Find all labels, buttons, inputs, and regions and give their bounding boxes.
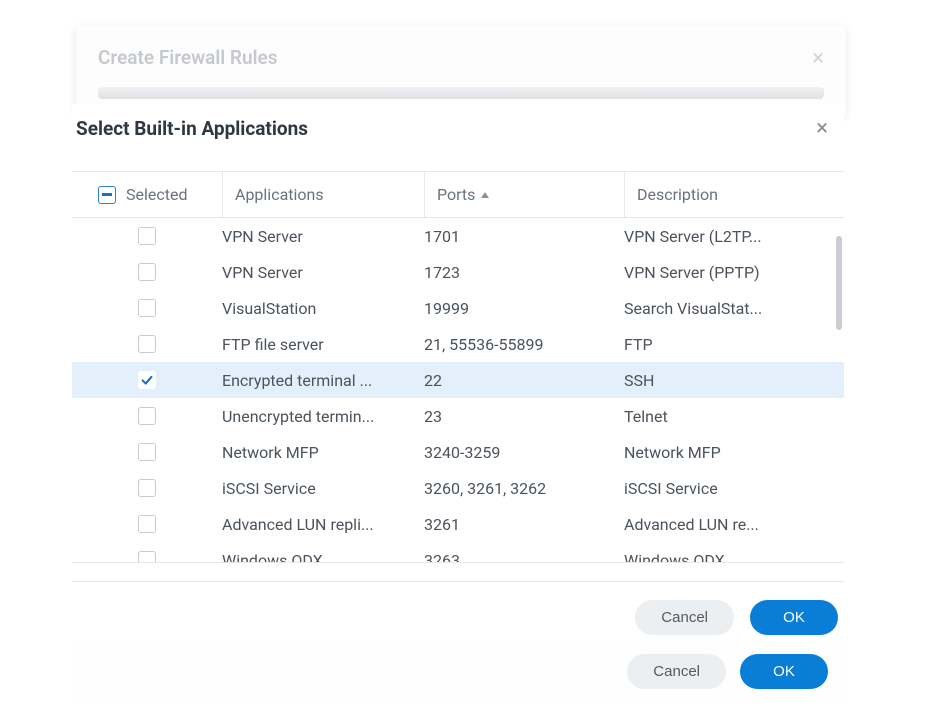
ok-button[interactable]: OK: [750, 600, 838, 635]
cell-ports: 3263: [424, 551, 624, 563]
cell-description: SSH: [624, 371, 844, 390]
cell-ports: 19999: [424, 299, 624, 318]
table-row[interactable]: VisualStation19999Search VisualStat...: [72, 290, 844, 326]
cell-application: Unencrypted termin...: [222, 407, 424, 426]
select-all-checkbox[interactable]: [98, 186, 116, 204]
column-label: Description: [637, 185, 718, 204]
sort-ascending-icon: [481, 192, 489, 198]
background-ok-button[interactable]: OK: [740, 654, 828, 689]
column-header-ports[interactable]: Ports: [424, 172, 624, 217]
background-dialog-title: Create Firewall Rules: [98, 46, 824, 69]
row-checkbox[interactable]: [138, 407, 156, 425]
cell-application: Windows ODX: [222, 551, 424, 563]
cell-application: Advanced LUN repli...: [222, 515, 424, 534]
modal-footer: Cancel OK: [72, 581, 844, 645]
applications-table: Selected Applications Ports Description …: [72, 171, 844, 563]
table-row[interactable]: Network MFP3240-3259Network MFP: [72, 434, 844, 470]
row-checkbox[interactable]: [138, 335, 156, 353]
background-cancel-button[interactable]: Cancel: [627, 654, 726, 689]
row-checkbox[interactable]: [138, 479, 156, 497]
cell-description: Network MFP: [624, 443, 844, 462]
cancel-button[interactable]: Cancel: [635, 600, 734, 635]
cell-application: Network MFP: [222, 443, 424, 462]
background-dialog-footer: Cancel OK: [76, 640, 846, 703]
column-header-description[interactable]: Description: [624, 172, 844, 217]
column-header-applications[interactable]: Applications: [222, 172, 424, 217]
cell-application: Encrypted terminal ...: [222, 371, 424, 390]
close-icon[interactable]: ×: [810, 114, 834, 143]
cell-application: iSCSI Service: [222, 479, 424, 498]
table-row[interactable]: FTP file server21, 55536-55899FTP: [72, 326, 844, 362]
cell-ports: 1701: [424, 227, 624, 246]
table-row[interactable]: VPN Server1701VPN Server (L2TP...: [72, 218, 844, 254]
cell-application: FTP file server: [222, 335, 424, 354]
row-checkbox[interactable]: [138, 443, 156, 461]
background-dialog-body: [98, 87, 824, 99]
cell-description: FTP: [624, 335, 844, 354]
checkmark-icon: [140, 373, 154, 387]
table-row[interactable]: Windows ODX3263Windows ODX: [72, 542, 844, 562]
table-row[interactable]: Advanced LUN repli...3261Advanced LUN re…: [72, 506, 844, 542]
row-checkbox[interactable]: [138, 515, 156, 533]
table-row[interactable]: Unencrypted termin...23Telnet: [72, 398, 844, 434]
cell-application: VisualStation: [222, 299, 424, 318]
cell-ports: 3261: [424, 515, 624, 534]
close-icon[interactable]: ×: [812, 46, 824, 71]
column-header-selected[interactable]: Selected: [72, 185, 222, 204]
row-checkbox[interactable]: [138, 227, 156, 245]
row-checkbox[interactable]: [138, 371, 156, 389]
table-row[interactable]: iSCSI Service3260, 3261, 3262iSCSI Servi…: [72, 470, 844, 506]
cell-description: VPN Server (L2TP...: [624, 227, 844, 246]
column-label: Ports: [437, 185, 475, 204]
table-row[interactable]: VPN Server1723VPN Server (PPTP): [72, 254, 844, 290]
cell-ports: 1723: [424, 263, 624, 282]
cell-description: Advanced LUN re...: [624, 515, 844, 534]
cell-application: VPN Server: [222, 263, 424, 282]
row-checkbox[interactable]: [138, 299, 156, 317]
cell-description: Windows ODX: [624, 551, 844, 563]
cell-ports: 3260, 3261, 3262: [424, 479, 624, 498]
cell-ports: 3240-3259: [424, 443, 624, 462]
column-label: Applications: [235, 185, 324, 204]
cell-ports: 21, 55536-55899: [424, 335, 624, 354]
cell-description: iSCSI Service: [624, 479, 844, 498]
indeterminate-icon: [102, 193, 112, 196]
select-applications-modal: Select Built-in Applications × Selected …: [72, 104, 844, 645]
table-row[interactable]: Encrypted terminal ...22SSH: [72, 362, 844, 398]
cell-description: VPN Server (PPTP): [624, 263, 844, 282]
row-checkbox[interactable]: [138, 551, 156, 562]
cell-ports: 23: [424, 407, 624, 426]
cell-description: Search VisualStat...: [624, 299, 844, 318]
column-label: Selected: [126, 185, 187, 204]
row-checkbox[interactable]: [138, 263, 156, 281]
scrollbar-thumb[interactable]: [836, 236, 842, 330]
modal-header: Select Built-in Applications ×: [72, 104, 844, 153]
cell-application: VPN Server: [222, 227, 424, 246]
table-body: VPN Server1701VPN Server (L2TP...VPN Ser…: [72, 218, 844, 562]
cell-ports: 22: [424, 371, 624, 390]
table-header-row: Selected Applications Ports Description: [72, 172, 844, 218]
cell-description: Telnet: [624, 407, 844, 426]
modal-title: Select Built-in Applications: [76, 117, 308, 140]
